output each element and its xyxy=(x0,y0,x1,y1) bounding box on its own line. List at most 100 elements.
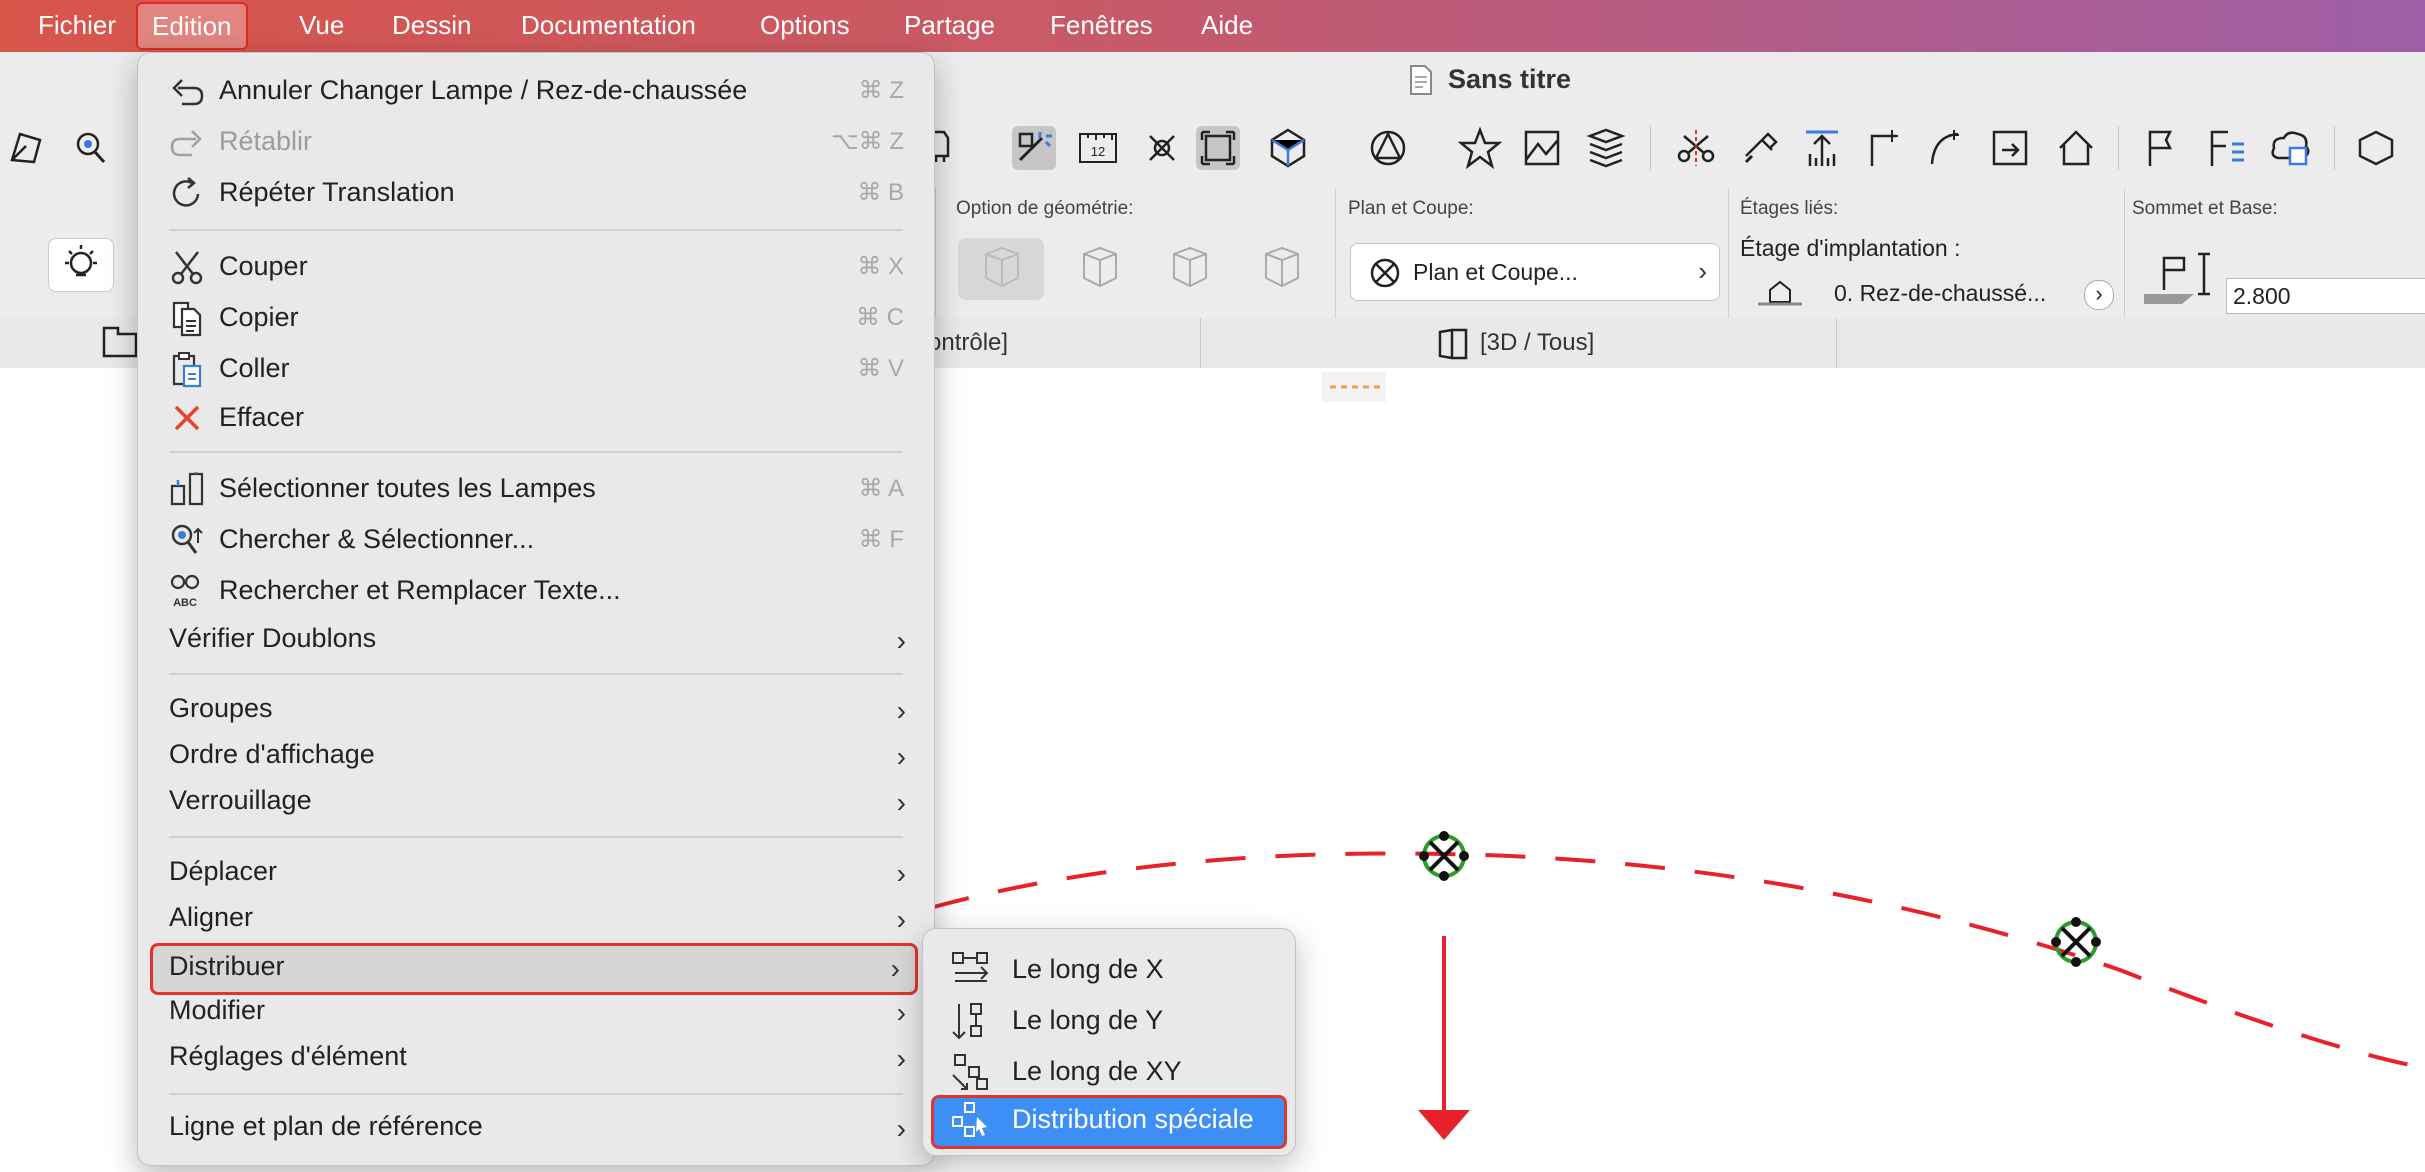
menu-item-find-select[interactable]: Chercher & Sélectionner... ⌘ F xyxy=(138,516,934,562)
tool-hotspot-icon[interactable] xyxy=(1140,126,1184,170)
menu-item-repeat[interactable]: Répéter Translation ⌘ B xyxy=(138,169,934,215)
submenu-item-along-y[interactable]: Le long de Y xyxy=(931,996,1285,1044)
menu-fichier[interactable]: Fichier xyxy=(38,0,116,52)
distribute-special-icon xyxy=(952,1102,987,1137)
tool-arrow-icon[interactable] xyxy=(6,126,50,170)
submenu-item-along-x[interactable]: Le long de X xyxy=(931,945,1285,993)
menu-item-shortcut: ⌘ X xyxy=(857,253,904,280)
tool-dimension-icon[interactable]: 12 xyxy=(1076,126,1120,170)
tool-marquee-icon[interactable] xyxy=(1196,126,1240,170)
menu-partage[interactable]: Partage xyxy=(904,0,995,52)
menu-aide[interactable]: Aide xyxy=(1201,0,1253,52)
tool-offset-icon[interactable] xyxy=(1800,126,1844,170)
plan-section-icon xyxy=(1370,258,1400,288)
menu-item-reference-line[interactable]: Ligne et plan de référence › xyxy=(138,1103,934,1149)
tool-figure-icon[interactable] xyxy=(1520,126,1564,170)
menu-item-label: Aligner xyxy=(169,902,254,932)
document-icon xyxy=(1410,65,1432,95)
menu-item-reshape[interactable]: Modifier › xyxy=(138,987,934,1033)
paste-icon xyxy=(172,352,202,388)
menu-item-check-duplicates[interactable]: Vérifier Doublons › xyxy=(138,615,934,661)
submenu-item-special-distribution[interactable]: Distribution spéciale xyxy=(931,1095,1287,1149)
tool-magic-wand-icon[interactable] xyxy=(1012,126,1056,170)
tab-control-partial[interactable]: ontrôle] xyxy=(928,329,1008,357)
tool-fillet-icon[interactable] xyxy=(1862,126,1906,170)
menu-item-label: Chercher & Sélectionner... xyxy=(219,524,535,554)
plan-section-label: Plan et Coupe: xyxy=(1348,198,1474,219)
submenu-item-label: Distribution spéciale xyxy=(1012,1104,1254,1134)
menu-item-label: Vérifier Doublons xyxy=(169,623,377,653)
menu-item-align[interactable]: Aligner › xyxy=(138,894,934,940)
tab-3d-all[interactable]: [3D / Tous] xyxy=(1480,329,1594,357)
scissors-icon xyxy=(171,251,203,285)
select-lamps-icon xyxy=(170,472,204,506)
menu-item-paste[interactable]: Coller ⌘ V xyxy=(138,345,934,391)
menu-item-element-settings[interactable]: Réglages d'élément › xyxy=(138,1033,934,1079)
submenu-item-label: Le long de X xyxy=(1012,954,1164,984)
menu-item-label: Groupes xyxy=(169,693,273,723)
light-toggle-button[interactable] xyxy=(48,238,114,292)
flag-icon[interactable] xyxy=(2140,126,2184,170)
tool-curve-icon[interactable] xyxy=(1924,126,1968,170)
tool-view-icon[interactable] xyxy=(2354,126,2398,170)
delete-x-icon xyxy=(174,405,200,431)
height-field-value: 2.800 xyxy=(2233,283,2291,309)
geometry-option-2[interactable] xyxy=(1056,238,1142,300)
height-field[interactable]: 2.800 xyxy=(2226,278,2425,314)
3d-window-icon xyxy=(1438,328,1468,360)
lamp-node-2 xyxy=(2051,917,2101,967)
plan-section-button[interactable]: Plan et Coupe... › xyxy=(1350,243,1720,301)
menu-edition[interactable]: Edition xyxy=(136,2,248,50)
tool-layers-icon[interactable] xyxy=(1584,126,1628,170)
tool-find-select-icon[interactable] xyxy=(70,126,114,170)
lightbulb-icon xyxy=(65,245,97,277)
distribute-xy-icon xyxy=(952,1054,988,1090)
tool-issue-list-icon[interactable] xyxy=(2204,126,2248,170)
menu-item-groups[interactable]: Groupes › xyxy=(138,685,934,731)
star-icon[interactable] xyxy=(1458,126,1502,170)
submenu-item-label: Le long de XY xyxy=(1012,1056,1182,1086)
chevron-right-icon: › xyxy=(896,1043,906,1074)
menu-bar: Fichier Edition Vue Dessin Documentation… xyxy=(0,0,2425,52)
menu-item-label: Réglages d'élément xyxy=(169,1041,407,1071)
menu-item-shortcut: ⌘ V xyxy=(857,355,904,382)
undo-icon xyxy=(172,79,204,106)
geometry-option-4[interactable] xyxy=(1238,238,1324,300)
tool-3d-cube-icon[interactable] xyxy=(1266,126,1310,170)
menu-vue[interactable]: Vue xyxy=(299,0,344,52)
menu-item-label: Répéter Translation xyxy=(219,177,455,207)
menu-item-cut[interactable]: Couper ⌘ X xyxy=(138,243,934,289)
chevron-right-icon: › xyxy=(896,1113,906,1144)
menu-options[interactable]: Options xyxy=(760,0,850,52)
menu-item-display-order[interactable]: Ordre d'affichage › xyxy=(138,731,934,777)
menu-item-find-replace[interactable]: ABC Rechercher et Remplacer Texte... xyxy=(138,567,934,613)
chevron-right-icon: › xyxy=(896,695,906,726)
menu-item-shortcut: ⌥⌘ Z xyxy=(831,128,904,155)
geometry-option-3[interactable] xyxy=(1146,238,1232,300)
menu-item-move[interactable]: Déplacer › xyxy=(138,848,934,894)
tool-roof-icon[interactable] xyxy=(2054,126,2098,170)
menu-item-label: Modifier xyxy=(169,995,266,1025)
menu-item-copy[interactable]: Copier ⌘ C xyxy=(138,294,934,340)
find-replace-icon: ABC xyxy=(170,574,200,609)
lamp-node-1 xyxy=(1419,831,1469,881)
geometry-option-label: Option de géométrie: xyxy=(956,198,1134,219)
menu-dessin[interactable]: Dessin xyxy=(392,0,471,52)
menu-item-locking[interactable]: Verrouillage › xyxy=(138,777,934,823)
submenu-item-along-xy[interactable]: Le long de XY xyxy=(931,1047,1285,1095)
tool-adjust-icon[interactable] xyxy=(1738,126,1782,170)
home-story-value[interactable]: 0. Rez-de-chaussé... xyxy=(1834,280,2046,307)
tool-shape-icon[interactable] xyxy=(1366,126,1410,170)
menu-item-delete[interactable]: Effacer xyxy=(138,394,934,440)
distribute-submenu: Le long de X Le long de Y Le long de XY … xyxy=(922,928,1296,1156)
menu-fenetres[interactable]: Fenêtres xyxy=(1050,0,1153,52)
menu-documentation[interactable]: Documentation xyxy=(521,0,696,52)
menu-item-shortcut: ⌘ F xyxy=(858,526,904,553)
menu-item-undo[interactable]: Annuler Changer Lampe / Rez-de-chaussée … xyxy=(138,67,934,113)
geometry-option-1[interactable] xyxy=(958,238,1044,300)
tool-split-icon[interactable] xyxy=(1674,126,1718,170)
cloud-icon[interactable] xyxy=(2268,126,2312,170)
tool-resize-icon[interactable] xyxy=(1988,126,2032,170)
chevron-right-icon[interactable]: › xyxy=(2084,280,2114,310)
menu-item-select-all[interactable]: Sélectionner toutes les Lampes ⌘ A xyxy=(138,465,934,511)
